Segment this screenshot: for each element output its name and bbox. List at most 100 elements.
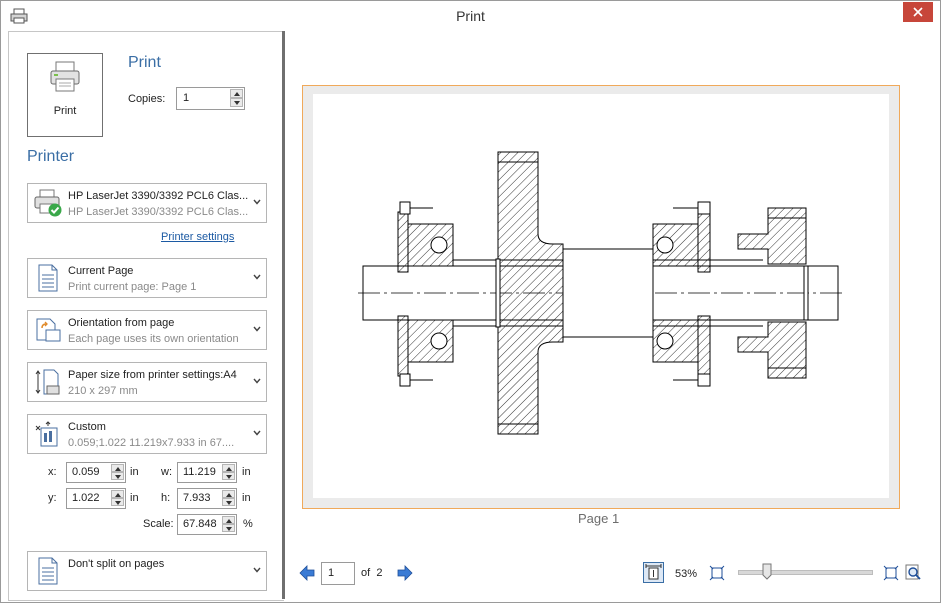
paper-size-title: Paper size from printer settings:A4: [68, 369, 237, 381]
h-decrement-button[interactable]: [222, 498, 235, 506]
zoom-level: 53%: [675, 568, 698, 580]
chevron-down-icon: [253, 430, 261, 436]
print-area-select[interactable]: Custom 0.059;1.022 11.219x7.933 in 67...…: [27, 414, 267, 454]
fit-width-icon: [645, 564, 662, 580]
scale-value: 67.848: [183, 518, 217, 530]
chevron-down-icon: [253, 199, 261, 205]
orientation-detail: Each page uses its own orientation: [68, 333, 239, 345]
x-decrement-button[interactable]: [111, 472, 124, 480]
chevron-down-icon: [253, 378, 261, 384]
print-dialog: Print Print Print Copies: 1 Printer HP L…: [0, 0, 941, 603]
w-decrement-button[interactable]: [222, 472, 235, 480]
h-unit: in: [242, 492, 251, 504]
paper-size-select[interactable]: Paper size from printer settings:A4 210 …: [27, 362, 267, 402]
next-page-button[interactable]: [397, 565, 413, 581]
x-label: x:: [48, 466, 57, 478]
orientation-select[interactable]: Orientation from page Each page uses its…: [27, 310, 267, 350]
printer-settings-link[interactable]: Printer settings: [161, 231, 234, 243]
printer-icon: [50, 61, 80, 92]
x-unit: in: [130, 466, 139, 478]
copies-decrement-button[interactable]: [230, 98, 243, 107]
h-spinner[interactable]: [222, 490, 235, 507]
page-count-label: of 2: [361, 567, 382, 579]
y-increment-button[interactable]: [111, 490, 124, 498]
close-button[interactable]: [903, 2, 933, 22]
total-pages: 2: [376, 567, 383, 579]
print-button[interactable]: Print: [27, 53, 103, 137]
zoom-slider-track[interactable]: [738, 570, 873, 575]
scale-spinner[interactable]: [222, 516, 235, 533]
printer-heading: Printer: [27, 148, 75, 165]
page-range-title: Current Page: [68, 265, 134, 277]
printer-name: HP LaserJet 3390/3392 PCL6 Clas...: [68, 190, 248, 202]
h-increment-button[interactable]: [222, 490, 235, 498]
print-area-detail: 0.059;1.022 11.219x7.933 in 67....: [68, 437, 235, 449]
x-increment-button[interactable]: [111, 464, 124, 472]
page-number-input[interactable]: 1: [321, 562, 355, 585]
printer-select[interactable]: HP LaserJet 3390/3392 PCL6 Clas... HP La…: [27, 183, 267, 223]
scale-increment-button[interactable]: [222, 516, 235, 524]
chevron-down-icon: [253, 274, 261, 280]
print-heading: Print: [128, 54, 161, 71]
chevron-down-icon: [253, 326, 261, 332]
print-button-label: Print: [53, 105, 77, 117]
w-input[interactable]: 11.219: [177, 462, 237, 483]
technical-drawing: [358, 151, 843, 435]
h-input[interactable]: 7.933: [177, 488, 237, 509]
copies-spinner[interactable]: [230, 89, 243, 108]
close-icon: [913, 7, 923, 17]
copies-label: Copies:: [128, 93, 166, 105]
zoom-slider-thumb[interactable]: [762, 563, 772, 580]
scale-unit: %: [243, 518, 253, 530]
document-icon: [38, 264, 58, 292]
split-pages-select[interactable]: Don't split on pages: [27, 551, 267, 591]
y-label: y:: [48, 492, 57, 504]
zoom-actual-size-button[interactable]: [883, 565, 899, 581]
copies-value: 1: [183, 92, 190, 104]
y-spinner[interactable]: [111, 490, 124, 507]
window-title: Print: [456, 8, 485, 24]
x-value: 0.059: [72, 466, 100, 478]
orientation-title: Orientation from page: [68, 317, 175, 329]
print-preview[interactable]: [302, 85, 900, 509]
zoom-magnifier-button[interactable]: [905, 564, 922, 581]
preview-page-label: Page 1: [578, 511, 620, 526]
scale-label: Scale:: [143, 518, 174, 530]
printer-ready-icon: [34, 189, 62, 217]
page-range-detail: Print current page: Page 1: [68, 281, 197, 293]
page-number-value: 1: [328, 567, 335, 579]
x-input[interactable]: 0.059: [66, 462, 126, 483]
w-value: 11.219: [183, 466, 216, 478]
fit-whole-page-button[interactable]: [709, 565, 725, 581]
orientation-icon: [36, 318, 61, 342]
y-decrement-button[interactable]: [111, 498, 124, 506]
w-label: w:: [161, 466, 172, 478]
x-spinner[interactable]: [111, 464, 124, 481]
fit-page-width-button[interactable]: [643, 562, 664, 583]
page-range-select[interactable]: Current Page Print current page: Page 1: [27, 258, 267, 298]
paper-size-detail: 210 x 297 mm: [68, 385, 138, 397]
title-bar: Print: [1, 1, 940, 31]
scale-decrement-button[interactable]: [222, 524, 235, 532]
pane-splitter[interactable]: [282, 31, 285, 599]
w-increment-button[interactable]: [222, 464, 235, 472]
copies-increment-button[interactable]: [230, 89, 243, 98]
chevron-down-icon: [253, 567, 261, 573]
y-value: 1.022: [72, 492, 100, 504]
document-icon: [38, 557, 58, 585]
h-label: h:: [161, 492, 171, 504]
y-input[interactable]: 1.022: [66, 488, 126, 509]
split-pages-title: Don't split on pages: [68, 558, 165, 570]
paper-size-icon: [35, 369, 60, 395]
print-area-title: Custom: [68, 421, 106, 433]
scale-input[interactable]: 67.848: [177, 514, 237, 535]
preview-page: [313, 94, 889, 498]
of-label: of: [361, 567, 371, 579]
custom-area-icon: [35, 421, 58, 447]
previous-page-button[interactable]: [299, 565, 315, 581]
printer-detail: HP LaserJet 3390/3392 PCL6 Clas...: [68, 206, 248, 218]
copies-input[interactable]: 1: [176, 87, 245, 110]
h-value: 7.933: [183, 492, 211, 504]
w-spinner[interactable]: [222, 464, 235, 481]
y-unit: in: [130, 492, 139, 504]
